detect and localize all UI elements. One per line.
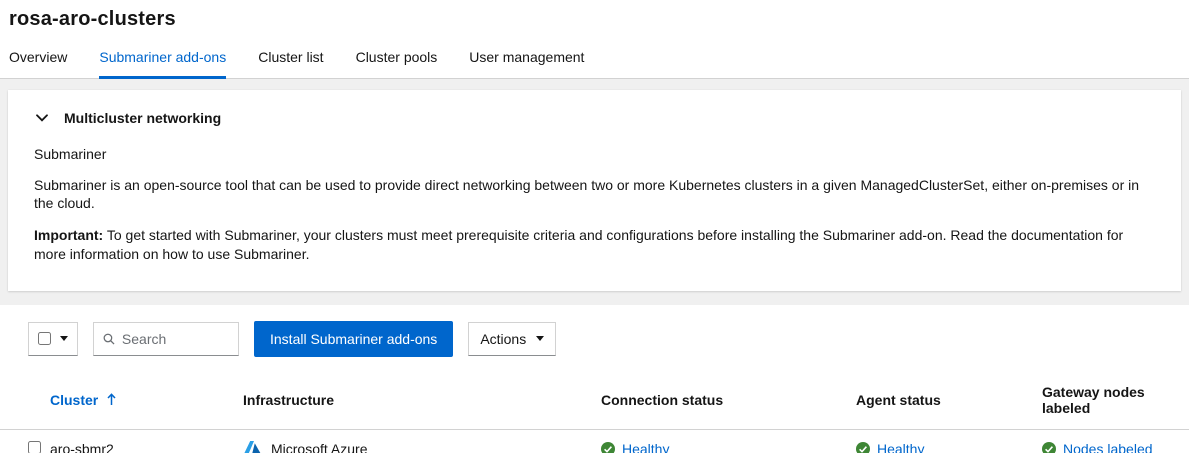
- page-title: rosa-aro-clusters: [0, 0, 1189, 39]
- connection-status-cell: Healthy: [601, 441, 848, 453]
- column-header-agent-status: Agent status: [856, 371, 1042, 430]
- select-all-checkbox[interactable]: [38, 332, 51, 345]
- gateway-nodes-link[interactable]: Nodes labeled: [1063, 441, 1153, 453]
- bulk-select-dropdown[interactable]: [28, 322, 78, 356]
- column-header-infrastructure: Infrastructure: [243, 371, 601, 430]
- check-circle-icon: [856, 442, 870, 453]
- agent-status-cell: Healthy: [856, 441, 1034, 453]
- table-row: aro-sbmr2 Microsoft Azure Healthy: [0, 429, 1189, 453]
- caret-down-icon: [536, 336, 544, 341]
- row-checkbox[interactable]: [28, 441, 41, 453]
- submariner-heading: Submariner: [34, 146, 1155, 162]
- column-header-cluster[interactable]: Cluster: [50, 392, 116, 408]
- clusters-table: Cluster Infrastructure Connection status…: [0, 371, 1189, 453]
- search-input[interactable]: [122, 331, 229, 347]
- table-toolbar: Install Submariner add-ons Actions: [0, 305, 1189, 371]
- install-submariner-add-ons-button[interactable]: Install Submariner add-ons: [254, 321, 453, 357]
- agent-status-link[interactable]: Healthy: [877, 441, 924, 453]
- column-header-gateway-nodes-labeled: Gateway nodes labeled: [1042, 371, 1189, 430]
- column-header-connection-status: Connection status: [601, 371, 856, 430]
- check-circle-icon: [601, 442, 615, 453]
- tab-submariner-add-ons[interactable]: Submariner add-ons: [83, 39, 242, 78]
- search-icon: [103, 332, 115, 346]
- tab-cluster-pools[interactable]: Cluster pools: [340, 39, 454, 78]
- sort-ascending-icon: [107, 393, 116, 406]
- gateway-nodes-cell: Nodes labeled: [1042, 441, 1181, 453]
- caret-down-icon: [60, 336, 68, 341]
- actions-label: Actions: [480, 331, 526, 347]
- search-box[interactable]: [93, 322, 239, 356]
- actions-dropdown[interactable]: Actions: [468, 322, 556, 356]
- page: rosa-aro-clusters Overview Submariner ad…: [0, 0, 1189, 453]
- tab-cluster-list[interactable]: Cluster list: [242, 39, 339, 78]
- important-label: Important:: [34, 227, 103, 243]
- infrastructure-cell: Microsoft Azure: [243, 441, 593, 453]
- section-title: Multicluster networking: [64, 110, 221, 126]
- infrastructure-label: Microsoft Azure: [271, 441, 367, 453]
- header-checkbox-cell: [0, 371, 50, 430]
- tab-user-management[interactable]: User management: [453, 39, 600, 78]
- tab-bar: Overview Submariner add-ons Cluster list…: [0, 39, 1189, 79]
- connection-status-link[interactable]: Healthy: [622, 441, 669, 453]
- chevron-down-icon[interactable]: [34, 112, 50, 124]
- cluster-name: aro-sbmr2: [50, 429, 243, 453]
- content-area: Multicluster networking Submariner Subma…: [0, 79, 1189, 453]
- multicluster-networking-card: Multicluster networking Submariner Subma…: [8, 90, 1181, 291]
- azure-icon: [243, 441, 262, 453]
- submariner-description: Submariner is an open-source tool that c…: [34, 176, 1155, 212]
- important-note: Important: To get started with Submarine…: [34, 226, 1155, 262]
- tab-overview[interactable]: Overview: [0, 39, 83, 78]
- page-header: rosa-aro-clusters Overview Submariner ad…: [0, 0, 1189, 79]
- submariner-table-panel: Install Submariner add-ons Actions Clust: [0, 305, 1189, 453]
- column-label: Cluster: [50, 392, 98, 408]
- card-header: Multicluster networking: [34, 110, 1155, 126]
- important-text: To get started with Submariner, your clu…: [34, 227, 1123, 261]
- check-circle-icon: [1042, 442, 1056, 453]
- table-header-row: Cluster Infrastructure Connection status…: [0, 371, 1189, 430]
